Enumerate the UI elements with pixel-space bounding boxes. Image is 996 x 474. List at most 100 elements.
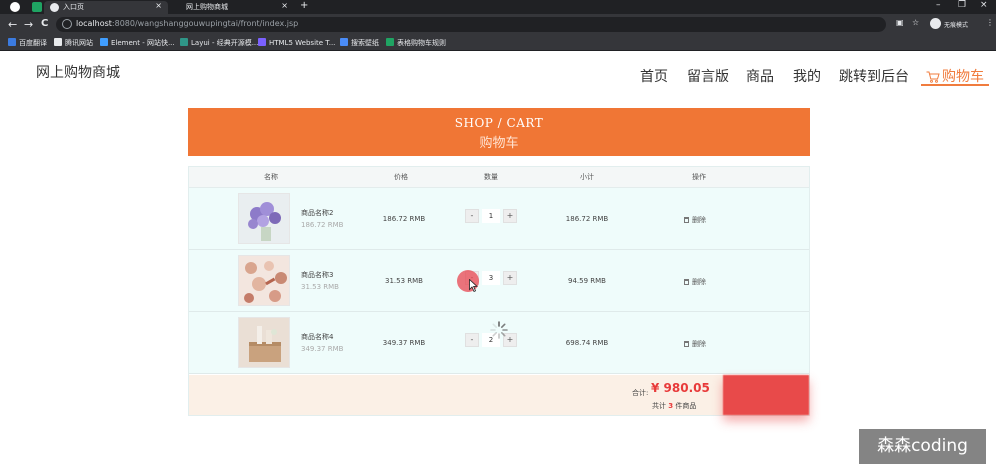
count-prefix: 共计 [652, 402, 666, 410]
video-watermark: 森森coding [859, 429, 986, 464]
subtotal-cell: 698.74 RMB [565, 339, 609, 347]
browser-tab-bar: 入口页 × 网上购物商城 × + – ❐ × [0, 0, 996, 14]
minimize-button[interactable]: – [936, 0, 941, 10]
mouse-cursor-icon [469, 279, 478, 292]
quantity-stepper: - 1 + [465, 209, 517, 223]
bookmark-item[interactable]: 搜索壁纸 [340, 38, 379, 48]
window-close-button[interactable]: × [980, 0, 988, 10]
bookmark-icon [54, 38, 62, 46]
header-price: 价格 [394, 173, 408, 181]
tab-shop-mall[interactable]: 网上购物商城 × [170, 1, 294, 14]
translate-icon[interactable]: ▣ [896, 18, 904, 27]
bookmark-item[interactable]: Layui - 经典开源模... [180, 38, 258, 48]
bookmark-label: 搜索壁纸 [351, 39, 379, 47]
tab-entry-page[interactable]: 入口页 × [44, 1, 168, 14]
reload-button[interactable]: C [41, 18, 48, 29]
close-icon[interactable]: × [155, 1, 162, 10]
product-image[interactable] [238, 255, 290, 306]
header-name: 名称 [264, 173, 278, 181]
site-logo[interactable]: 网上购物商城 [36, 62, 120, 82]
cart-banner: SHOP / CART 购物车 [188, 108, 810, 156]
active-nav-underline [921, 84, 989, 86]
bookmark-label: 百度翻译 [19, 39, 47, 47]
increment-button[interactable]: + [503, 209, 517, 223]
flower-bouquet-image [239, 194, 289, 243]
delete-button[interactable]: 删除 [684, 277, 706, 287]
cart-table: 名称 价格 数量 小计 操作 商品名称2 186.72 RMB 186.72 R… [188, 166, 810, 416]
trash-icon [684, 217, 689, 223]
header-quantity: 数量 [484, 173, 498, 181]
bookmark-item[interactable]: Element - 网站快... [100, 38, 175, 48]
browser-menu-icon[interactable]: ⋮ [986, 18, 994, 27]
subtotal-cell: 186.72 RMB [565, 215, 609, 223]
bookmark-item[interactable]: HTML5 Website T... [258, 38, 335, 47]
count-number: 3 [668, 402, 674, 410]
banner-title-en: SHOP / CART [454, 116, 544, 130]
quantity-value[interactable]: 3 [482, 271, 500, 285]
url-path: :8080/wangshanggouwupingtai/front/index.… [111, 19, 299, 28]
url-input[interactable]: localhost:8080/wangshanggouwupingtai/fro… [56, 17, 886, 32]
close-icon[interactable]: × [281, 1, 288, 10]
incognito-label: 无痕模式 [944, 22, 969, 29]
product-name[interactable]: 商品名称4 [301, 332, 333, 342]
bookmarks-bar: 百度翻译 腾讯网站 Element - 网站快... Layui - 经典开源模… [0, 35, 996, 51]
table-row: 商品名称3 31.53 RMB 31.53 RMB - 3 + 94.59 RM… [189, 250, 809, 312]
decrement-button[interactable]: - [465, 209, 479, 223]
bookmark-item[interactable]: 百度翻译 [8, 38, 47, 48]
checkout-button[interactable] [723, 375, 809, 415]
bookmark-icon [340, 38, 348, 46]
nav-guestbook[interactable]: 留言版 [687, 66, 729, 86]
table-header: 名称 价格 数量 小计 操作 [189, 167, 809, 188]
site-info-icon[interactable] [62, 19, 72, 29]
nav-products[interactable]: 商品 [746, 66, 774, 86]
total-label: 合计: [632, 389, 649, 397]
trash-icon [684, 279, 689, 285]
globe-icon [50, 3, 59, 12]
bookmark-item[interactable]: 表格购物车规则 [386, 38, 446, 48]
nav-cart[interactable]: 购物车 [926, 66, 984, 86]
total-value: ¥ 980.05 [651, 381, 710, 395]
header-subtotal: 小计 [580, 173, 594, 181]
nav-admin[interactable]: 跳转到后台 [839, 66, 909, 86]
nav-mine[interactable]: 我的 [793, 66, 821, 86]
header-action: 操作 [692, 173, 706, 181]
price-cell: 31.53 RMB [385, 277, 423, 285]
quantity-value[interactable]: 1 [482, 209, 500, 223]
bookmark-label: HTML5 Website T... [269, 39, 336, 47]
forward-button[interactable]: → [24, 18, 33, 31]
nav-home[interactable]: 首页 [640, 66, 668, 86]
count-suffix: 件商品 [675, 402, 697, 410]
browser-address-bar: ← → C localhost:8080/wangshanggouwupingt… [0, 14, 996, 35]
product-unit-price: 31.53 RMB [301, 283, 339, 291]
increment-button[interactable]: + [503, 271, 517, 285]
bookmark-item[interactable]: 腾讯网站 [54, 38, 93, 48]
cart-summary: 合计: ¥ 980.05 共计 3 件商品 [189, 375, 809, 415]
back-button[interactable]: ← [8, 18, 17, 31]
product-name[interactable]: 商品名称2 [301, 208, 333, 218]
url-host: localhost [76, 19, 112, 28]
decrement-button[interactable]: - [465, 333, 479, 347]
tab-label: 网上购物商城 [186, 3, 228, 11]
delete-button[interactable]: 删除 [684, 339, 706, 349]
product-unit-price: 186.72 RMB [301, 221, 344, 229]
bookmark-label: 腾讯网站 [65, 39, 93, 47]
delete-label: 删除 [692, 340, 706, 348]
chrome-icon[interactable] [10, 2, 20, 12]
cosmetics-image [239, 256, 289, 305]
bookmark-label: Layui - 经典开源模... [191, 39, 259, 47]
maximize-button[interactable]: ❐ [958, 0, 966, 10]
incognito-avatar[interactable] [930, 18, 941, 29]
product-name[interactable]: 商品名称3 [301, 270, 333, 280]
sheets-icon[interactable] [32, 2, 42, 12]
product-image[interactable] [238, 193, 290, 244]
bookmark-label: 表格购物车规则 [397, 39, 446, 47]
new-tab-button[interactable]: + [300, 0, 308, 11]
bookmark-icon [258, 38, 266, 46]
product-unit-price: 349.37 RMB [301, 345, 344, 353]
delete-button[interactable]: 删除 [684, 215, 706, 225]
price-cell: 186.72 RMB [382, 215, 426, 223]
product-image[interactable] [238, 317, 290, 368]
star-icon[interactable]: ☆ [912, 18, 919, 27]
item-count: 共计 3 件商品 [652, 401, 696, 411]
bookmark-icon [100, 38, 108, 46]
